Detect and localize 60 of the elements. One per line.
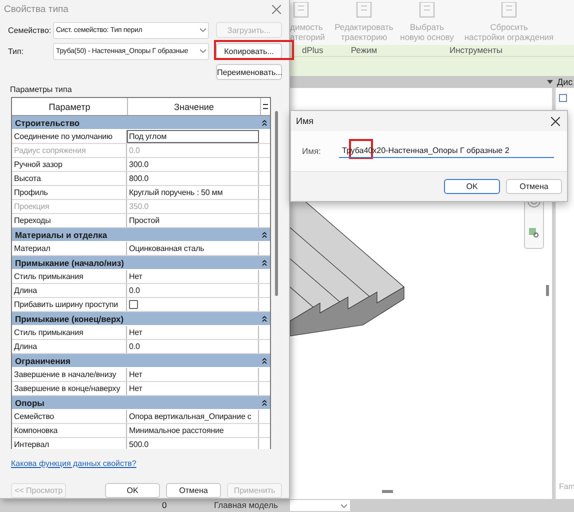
parameter-name: Стиль примыкания: [12, 326, 127, 339]
dialog-button[interactable]: Переименовать...: [216, 64, 282, 80]
parameter-name: Длина: [12, 340, 127, 353]
group-header[interactable]: Строительство: [12, 116, 270, 130]
parameter-value[interactable]: Простой: [127, 214, 259, 227]
model-label: Главная модель: [214, 500, 278, 511]
parameter-value[interactable]: Нет: [127, 368, 259, 381]
parameter-name: Высота: [12, 172, 127, 185]
parameter-name: Материал: [12, 242, 127, 255]
parameter-name: Компоновка: [12, 424, 127, 437]
parameter-value[interactable]: 0.0: [127, 340, 259, 353]
parameter-value[interactable]: Нет: [127, 382, 259, 395]
workset-count: 0: [162, 500, 167, 511]
parameter-value[interactable]: 300.0: [127, 158, 259, 171]
dialog-button[interactable]: Отмена: [506, 179, 562, 194]
field-label: Тип:: [8, 46, 25, 56]
parameter-name: Переходы: [12, 214, 127, 227]
dialog-title: Имя: [296, 116, 314, 126]
parameter-value[interactable]: Нет: [127, 270, 259, 283]
parameter-name: Проекция: [12, 200, 127, 213]
field-label: Имя:: [302, 146, 322, 156]
parameter-name: Семейство: [12, 410, 127, 423]
parameter-value[interactable]: 800.0: [127, 172, 259, 185]
parameter-name: Прибавить ширину проступи: [12, 298, 127, 311]
parameter-value[interactable]: Под углом: [127, 130, 259, 143]
parameter-name: Завершение в начале/внизу: [12, 368, 127, 381]
parameter-value[interactable]: Опора вертикальная_Опирание с: [127, 410, 259, 423]
panel-title: Дис: [557, 77, 571, 87]
parameter-value[interactable]: Круглый поручень : 50 мм: [127, 186, 259, 199]
section-label: Параметры типа: [9, 84, 73, 96]
parameter-value[interactable]: Нет: [127, 326, 259, 339]
column-header: Значение: [128, 98, 261, 115]
column-header: Параметр: [12, 98, 128, 115]
parameter-name: Ручной зазор: [12, 158, 127, 171]
help-link[interactable]: Какова функция данных свойств?: [11, 459, 136, 468]
dialog-button[interactable]: OK: [105, 483, 160, 498]
ribbon-panel-label: Режим: [350, 45, 378, 56]
parameter-name: Завершение в конце/наверху: [12, 382, 127, 395]
ribbon-panel-label: dPlus: [301, 45, 324, 56]
parameter-value[interactable]: Минимальное расстояние: [127, 424, 259, 437]
ribbon-panel-label: Инструменты: [448, 45, 504, 56]
dialog-button[interactable]: OK: [444, 179, 500, 194]
parameter-name: Длина: [12, 284, 127, 297]
parameter-name: Интервал: [12, 438, 127, 449]
parameter-name: Стиль примыкания: [12, 270, 127, 283]
dialog-title: Свойства типа: [4, 4, 68, 14]
parameter-name: Профиль: [12, 186, 127, 199]
parameter-value[interactable]: 500.0: [127, 438, 259, 449]
group-header[interactable]: Опоры: [12, 396, 270, 410]
parameter-name: Соединение по умолчанию: [12, 130, 127, 143]
group-header[interactable]: Примыкание (начало/низ): [12, 256, 270, 270]
group-header[interactable]: Ограничения: [12, 354, 270, 368]
dialog-button[interactable]: Копировать...: [216, 43, 282, 59]
group-header[interactable]: Материалы и отделка: [12, 228, 270, 242]
dialog-button[interactable]: Отмена: [166, 483, 221, 498]
parameter-name: Радиус сопряжения: [12, 144, 127, 157]
parameter-value[interactable]: 0.0: [127, 284, 259, 297]
field-label: Семейство:: [8, 26, 52, 34]
group-header[interactable]: Примыкание (конец/верх): [12, 312, 270, 326]
parameter-value[interactable]: Оцинкованная сталь: [127, 242, 259, 255]
